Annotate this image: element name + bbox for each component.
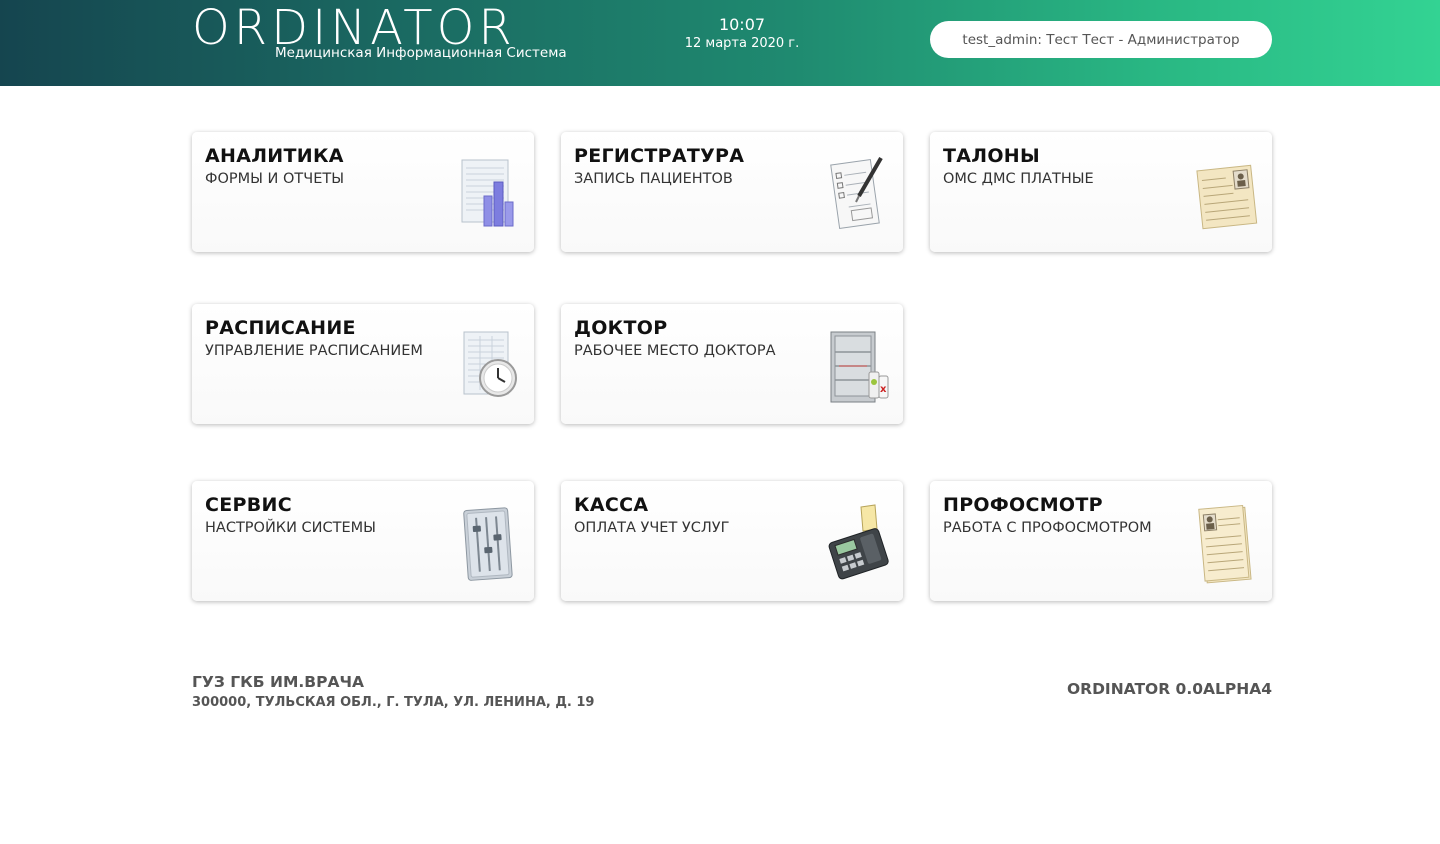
- card-tickets[interactable]: ТАЛОНЫ ОМС ДМС ПЛАТНЫЕ: [930, 132, 1272, 252]
- app-version: ORDINATOR 0.0ALPHA4: [1066, 680, 1272, 698]
- card-cashier[interactable]: КАССА ОПЛАТА УЧЕТ УСЛУГ: [561, 481, 903, 601]
- card-title: РЕГИСТРАТУРА: [574, 145, 745, 167]
- card-registry[interactable]: РЕГИСТРАТУРА ЗАПИСЬ ПАЦИЕНТОВ: [561, 132, 903, 252]
- card-subtitle: НАСТРОЙКИ СИСТЕМЫ: [205, 520, 376, 536]
- organization-name: ГУЗ ГКБ ИМ.ВРАЧА: [192, 673, 364, 691]
- medical-record-icon: [1198, 504, 1252, 584]
- card-subtitle: ОМС ДМС ПЛАТНЫЕ: [943, 171, 1094, 187]
- card-title: РАСПИСАНИЕ: [205, 317, 356, 339]
- cash-register-icon: [828, 504, 889, 580]
- card-doctor[interactable]: ДОКТОР РАБОЧЕЕ МЕСТО ДОКТОРА x: [561, 304, 903, 424]
- card-title: ТАЛОНЫ: [943, 145, 1040, 167]
- medicine-cabinet-icon: x: [830, 331, 889, 403]
- card-title: ПРОФОСМОТР: [943, 494, 1103, 516]
- settings-sliders-icon: [463, 507, 513, 581]
- svg-text:x: x: [880, 384, 887, 395]
- card-checkup[interactable]: ПРОФОСМОТР РАБОТА С ПРОФОСМОТРОМ: [930, 481, 1272, 601]
- card-title: ДОКТОР: [574, 317, 668, 339]
- card-subtitle: РАБОТА С ПРОФОСМОТРОМ: [943, 520, 1152, 536]
- card-title: КАССА: [574, 494, 649, 516]
- organization-address: 300000, ТУЛЬСКАЯ ОБЛ., Г. ТУЛА, УЛ. ЛЕНИ…: [192, 695, 595, 710]
- card-title: СЕРВИС: [205, 494, 292, 516]
- form-pen-icon: [830, 156, 883, 230]
- card-service[interactable]: СЕРВИС НАСТРОЙКИ СИСТЕМЫ: [192, 481, 534, 601]
- top-header: ORDINATOR Медицинская Информационная Сис…: [0, 0, 1440, 86]
- card-subtitle: ЗАПИСЬ ПАЦИЕНТОВ: [574, 171, 733, 187]
- current-user-button[interactable]: test_admin: Тест Тест - Администратор: [930, 21, 1272, 58]
- card-subtitle: ОПЛАТА УЧЕТ УСЛУГ: [574, 520, 730, 536]
- clock-time: 10:07: [718, 15, 766, 34]
- clock: 10:07 12 марта 2020 г.: [642, 15, 842, 53]
- card-title: АНАЛИТИКА: [205, 145, 344, 167]
- card-subtitle: РАБОЧЕЕ МЕСТО ДОКТОРА: [574, 343, 776, 359]
- id-card-icon: [1196, 164, 1258, 230]
- app-logo-subtitle: Медицинская Информационная Система: [275, 45, 567, 61]
- schedule-clock-icon: [463, 331, 517, 397]
- card-analytics[interactable]: АНАЛИТИКА ФОРМЫ И ОТЧЕТЫ: [192, 132, 534, 252]
- card-schedule[interactable]: РАСПИСАНИЕ УПРАВЛЕНИЕ РАСПИСАНИЕМ: [192, 304, 534, 424]
- card-subtitle: ФОРМЫ И ОТЧЕТЫ: [205, 171, 345, 187]
- bar-chart-report-icon: [461, 159, 514, 227]
- organization-info: ГУЗ ГКБ ИМ.ВРАЧА 300000, ТУЛЬСКАЯ ОБЛ., …: [192, 672, 594, 714]
- card-subtitle: УПРАВЛЕНИЕ РАСПИСАНИЕМ: [205, 343, 423, 359]
- clock-date: 12 марта 2020 г.: [684, 36, 800, 51]
